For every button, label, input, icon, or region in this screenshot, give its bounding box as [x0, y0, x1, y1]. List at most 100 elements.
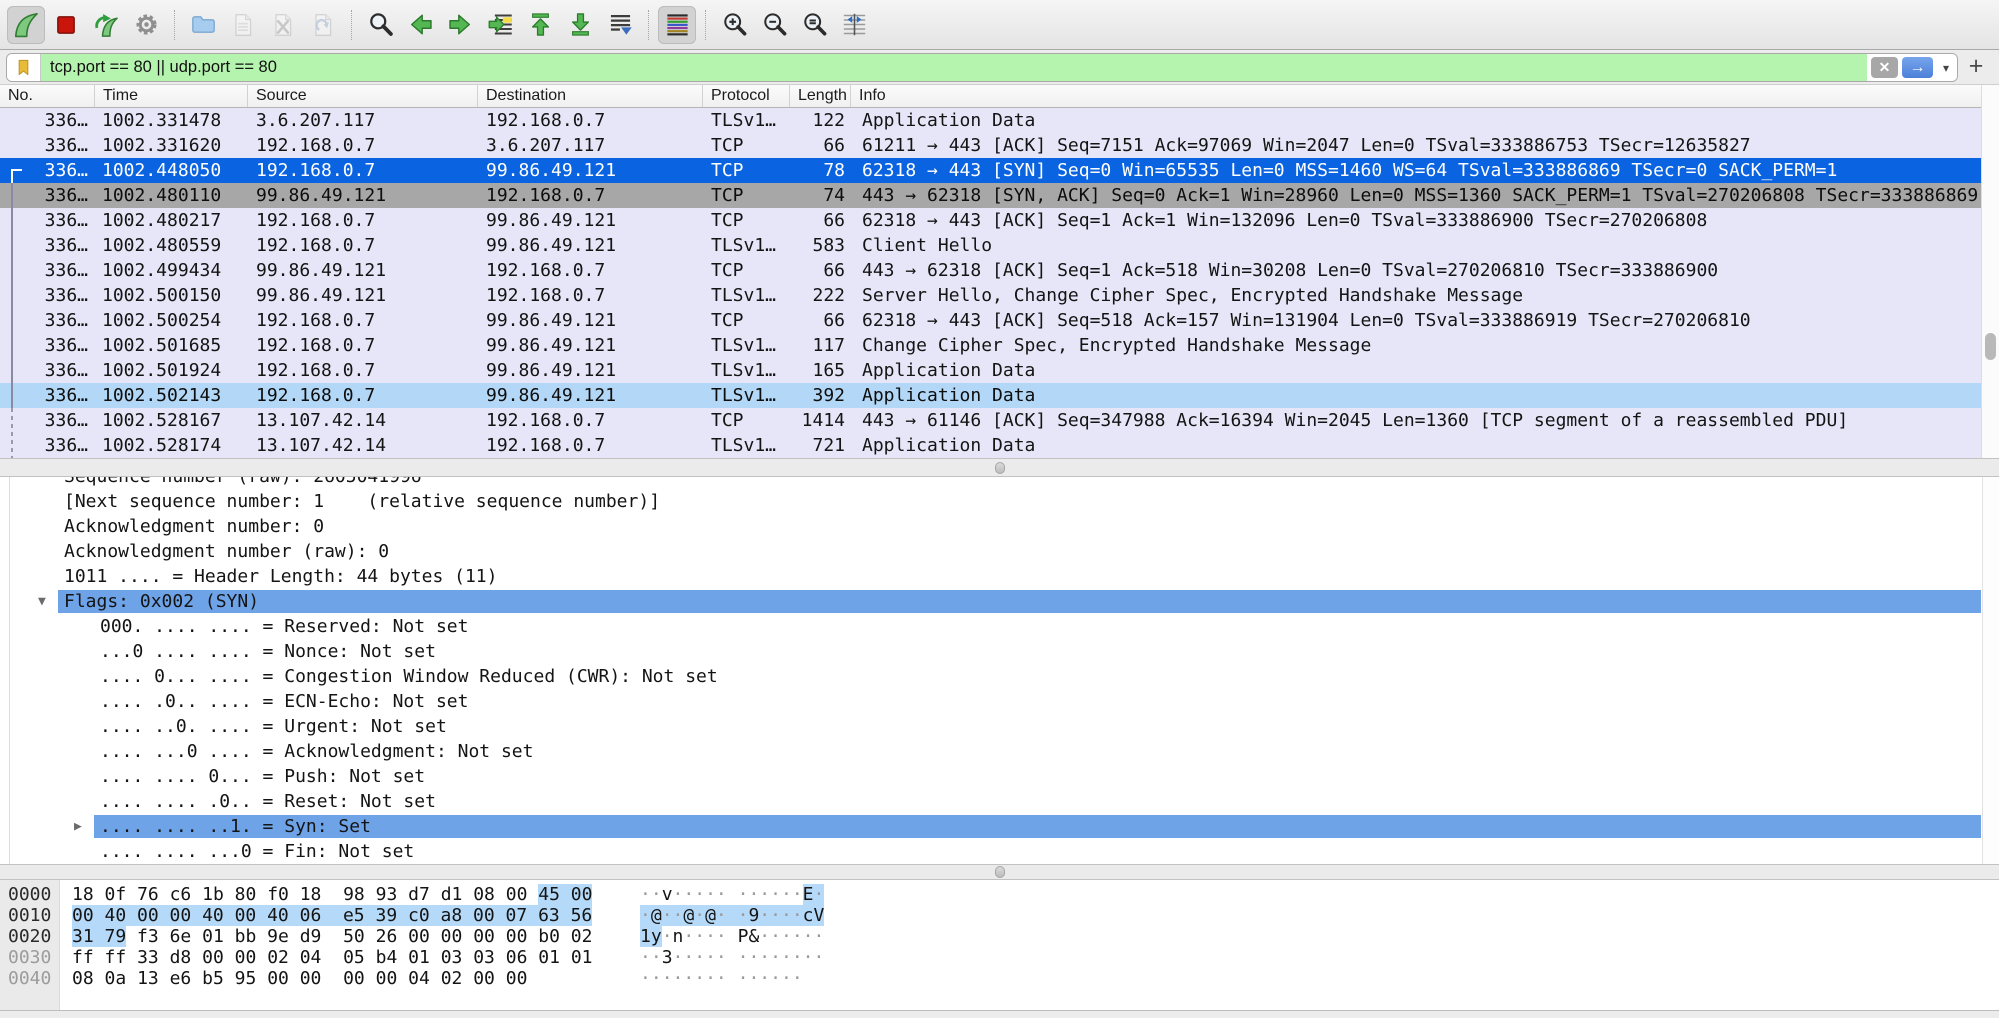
- column-header-destination[interactable]: Destination: [478, 85, 703, 107]
- zoom-out-magnifier-icon: [761, 11, 788, 38]
- detail-tree-row[interactable]: Acknowledgment number (raw): 0: [0, 539, 1999, 564]
- column-header-length[interactable]: Length: [790, 85, 851, 107]
- packet-cell: 336…: [0, 183, 88, 208]
- detail-tree-row[interactable]: ▶.... .... ..1. = Syn: Set: [0, 814, 1999, 839]
- filter-apply-button[interactable]: →: [1902, 57, 1933, 78]
- packet-row[interactable]: 336…1002.3314783.6.207.117192.168.0.7TLS…: [0, 108, 1981, 133]
- expander-right-icon[interactable]: ▶: [74, 814, 82, 839]
- packet-row[interactable]: 336…1002.502143192.168.0.799.86.49.121TL…: [0, 383, 1981, 408]
- filter-clear-button[interactable]: ✕: [1871, 57, 1898, 78]
- detail-tree-row[interactable]: ▼Flags: 0x002 (SYN): [0, 589, 1999, 614]
- column-header-protocol[interactable]: Protocol: [703, 85, 790, 107]
- packet-row[interactable]: 336…1002.448050192.168.0.799.86.49.121TC…: [0, 158, 1981, 183]
- capture-options-button[interactable]: [127, 6, 165, 44]
- go-to-packet-button[interactable]: [481, 6, 519, 44]
- toolbar-separator: [351, 10, 352, 40]
- detail-tree-row[interactable]: ...0 .... .... = Nonce: Not set: [0, 639, 1999, 664]
- packet-cell: 192.168.0.7: [486, 283, 701, 308]
- packet-row[interactable]: 336…1002.501924192.168.0.799.86.49.121TL…: [0, 358, 1981, 383]
- detail-tree-row[interactable]: 000. .... .... = Reserved: Not set: [0, 614, 1999, 639]
- packet-row[interactable]: 336…1002.48011099.86.49.121192.168.0.7TC…: [0, 183, 1981, 208]
- packet-list-scrollbar-thumb[interactable]: [1985, 333, 1996, 360]
- column-header-info[interactable]: Info: [851, 85, 1999, 107]
- go-previous-packet-button[interactable]: [401, 6, 439, 44]
- filter-bookmark-button[interactable]: [7, 54, 41, 81]
- add-filter-button[interactable]: +: [1962, 53, 1990, 80]
- packet-cell: Application Data: [862, 358, 1981, 383]
- hex-row[interactable]: 004008 0a 13 e6 b5 95 00 00 00 00 04 02 …: [0, 968, 1999, 989]
- packet-row[interactable]: 336…1002.52816713.107.42.14192.168.0.7TC…: [0, 408, 1981, 433]
- packet-cell: 336…: [0, 358, 88, 383]
- restart-capture-button[interactable]: [87, 6, 125, 44]
- column-header-time[interactable]: Time: [95, 85, 248, 107]
- hex-row[interactable]: 001000 40 00 00 40 00 40 06 e5 39 c0 a8 …: [0, 905, 1999, 926]
- open-capture-file-button[interactable]: [184, 6, 222, 44]
- start-capture-button[interactable]: [7, 6, 45, 44]
- go-next-packet-button[interactable]: [441, 6, 479, 44]
- hex-row[interactable]: 000018 0f 76 c6 1b 80 f0 18 98 93 d7 d1 …: [0, 884, 1999, 905]
- colorize-packets-button[interactable]: [658, 6, 696, 44]
- toolbar-separator: [648, 10, 649, 40]
- detail-text: .... .... 0... = Push: Not set: [100, 764, 425, 789]
- packet-cell: 392: [788, 383, 845, 408]
- detail-tree-row[interactable]: .... ...0 .... = Acknowledgment: Not set: [0, 739, 1999, 764]
- packet-cell: 336…: [0, 133, 88, 158]
- zoom-in-button[interactable]: [715, 6, 753, 44]
- splitter-detail-hex[interactable]: [0, 864, 1999, 880]
- hex-row[interactable]: 0030ff ff 33 d8 00 00 02 04 05 b4 01 03 …: [0, 947, 1999, 968]
- hex-ascii: ········ ······: [640, 968, 803, 989]
- packet-cell: 99.86.49.121: [486, 233, 701, 258]
- status-bar-strip: [0, 1010, 1999, 1018]
- packet-row[interactable]: 336…1002.480217192.168.0.799.86.49.121TC…: [0, 208, 1981, 233]
- packet-cell: 192.168.0.7: [256, 208, 476, 233]
- zoom-out-button[interactable]: [755, 6, 793, 44]
- detail-tree-row[interactable]: .... .... ...0 = Fin: Not set: [0, 839, 1999, 864]
- detail-tree-row[interactable]: [Next sequence number: 1 (relative seque…: [0, 489, 1999, 514]
- filter-dropdown-caret[interactable]: ▾: [1935, 54, 1957, 81]
- detail-tree-row[interactable]: Acknowledgment number: 0: [0, 514, 1999, 539]
- packet-list[interactable]: 336…1002.3314783.6.207.117192.168.0.7TLS…: [0, 108, 1999, 458]
- packet-row[interactable]: 336…1002.500254192.168.0.799.86.49.121TC…: [0, 308, 1981, 333]
- hex-row[interactable]: 002031 79 f3 6e 01 bb 9e d9 50 26 00 00 …: [0, 926, 1999, 947]
- packet-detail-pane[interactable]: Sequence number (raw): 2605041996[Next s…: [0, 477, 1999, 864]
- display-filter-input[interactable]: [41, 54, 1867, 81]
- reload-capture-file-button[interactable]: [304, 6, 342, 44]
- detail-tree-row[interactable]: 1011 .... = Header Length: 44 bytes (11): [0, 564, 1999, 589]
- column-header-no[interactable]: No.: [0, 85, 95, 107]
- close-capture-file-button[interactable]: [264, 6, 302, 44]
- packet-row[interactable]: 336…1002.480559192.168.0.799.86.49.121TL…: [0, 233, 1981, 258]
- packet-row[interactable]: 336…1002.331620192.168.0.73.6.207.117TCP…: [0, 133, 1981, 158]
- detail-tree-row[interactable]: .... ..0. .... = Urgent: Not set: [0, 714, 1999, 739]
- auto-scroll-toggle-button[interactable]: [601, 6, 639, 44]
- colorize-lines-icon: [664, 11, 691, 38]
- bookmark-icon: [14, 58, 33, 77]
- packet-cell: Client Hello: [862, 233, 1981, 258]
- column-header-source[interactable]: Source: [248, 85, 478, 107]
- save-capture-file-button[interactable]: [224, 6, 262, 44]
- hex-dump-pane[interactable]: 000018 0f 76 c6 1b 80 f0 18 98 93 d7 d1 …: [0, 880, 1999, 1010]
- find-packet-button[interactable]: [361, 6, 399, 44]
- detail-tree-row[interactable]: .... .... .0.. = Reset: Not set: [0, 789, 1999, 814]
- conversation-line-dashed: [11, 408, 13, 458]
- packet-row[interactable]: 336…1002.501685192.168.0.799.86.49.121TL…: [0, 333, 1981, 358]
- detail-tree-row[interactable]: .... 0... .... = Congestion Window Reduc…: [0, 664, 1999, 689]
- restart-fin-icon: [92, 11, 120, 39]
- packet-cell: 192.168.0.7: [256, 308, 476, 333]
- splitter-list-detail[interactable]: [0, 458, 1999, 477]
- packet-row[interactable]: 336…1002.50015099.86.49.121192.168.0.7TL…: [0, 283, 1981, 308]
- detail-tree-row[interactable]: .... .0.. .... = ECN-Echo: Not set: [0, 689, 1999, 714]
- detail-tree-row[interactable]: Sequence number (raw): 2605041996: [0, 477, 1999, 489]
- go-first-packet-button[interactable]: [521, 6, 559, 44]
- packet-list-scrollbar[interactable]: [1981, 85, 1999, 458]
- expander-down-icon[interactable]: ▼: [38, 589, 46, 614]
- clear-icon: ✕: [1879, 59, 1891, 76]
- go-last-packet-button[interactable]: [561, 6, 599, 44]
- resize-columns-button[interactable]: [835, 6, 873, 44]
- zoom-reset-button[interactable]: [795, 6, 833, 44]
- packet-row[interactable]: 336…1002.52817413.107.42.14192.168.0.7TL…: [0, 433, 1981, 458]
- stop-capture-button[interactable]: [47, 6, 85, 44]
- gear-icon: [133, 11, 160, 38]
- packet-row[interactable]: 336…1002.49943499.86.49.121192.168.0.7TC…: [0, 258, 1981, 283]
- detail-tree-row[interactable]: .... .... 0... = Push: Not set: [0, 764, 1999, 789]
- packet-cell: 62318 → 443 [SYN] Seq=0 Win=65535 Len=0 …: [862, 158, 1981, 183]
